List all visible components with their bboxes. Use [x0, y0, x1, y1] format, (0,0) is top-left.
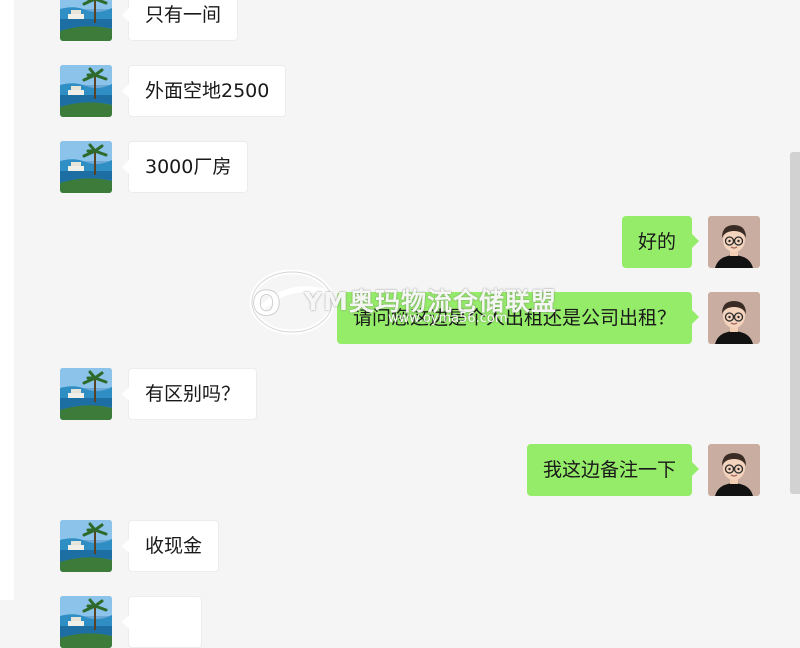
beach-avatar-icon[interactable]	[60, 520, 112, 572]
cartoon-man-avatar-icon[interactable]	[708, 444, 760, 496]
cartoon-man-avatar-icon[interactable]	[708, 292, 760, 344]
chat-message-list[interactable]: 只有一间 外面空地2500 3000厂房 好的 请问您这边是个人出租还是公司出租…	[14, 0, 790, 648]
beach-avatar-icon[interactable]	[60, 65, 112, 117]
scrollbar-track[interactable]	[790, 0, 800, 600]
beach-avatar-icon[interactable]	[60, 368, 112, 420]
incoming-message-bubble[interactable]: 有区别吗？	[121, 368, 258, 420]
incoming-message-bubble[interactable]	[122, 596, 202, 648]
beach-avatar-icon[interactable]	[60, 141, 112, 193]
incoming-message-bubble[interactable]: 外面空地2500	[121, 65, 287, 117]
message-row: 有区别吗？	[60, 368, 460, 420]
left-panel-edge	[0, 0, 14, 600]
message-row: 3000厂房	[60, 141, 460, 193]
beach-avatar-icon[interactable]	[60, 0, 112, 41]
message-row: 好的	[214, 216, 760, 268]
message-row: 请问您这边是个人出租还是公司出租？	[214, 292, 760, 344]
beach-avatar-icon[interactable]	[60, 596, 112, 648]
message-row: 我这边备注一下	[214, 444, 760, 496]
outgoing-message-bubble[interactable]: 请问您这边是个人出租还是公司出租？	[336, 292, 700, 344]
incoming-message-bubble[interactable]: 3000厂房	[121, 141, 249, 193]
scrollbar-thumb[interactable]	[790, 152, 800, 494]
incoming-message-bubble[interactable]: 收现金	[121, 520, 220, 572]
message-row: 收现金	[60, 520, 460, 572]
incoming-message-bubble[interactable]: 只有一间	[121, 0, 239, 41]
outgoing-message-bubble[interactable]: 我这边备注一下	[526, 444, 700, 496]
message-row	[60, 596, 460, 648]
cartoon-man-avatar-icon[interactable]	[708, 216, 760, 268]
outgoing-message-bubble[interactable]: 好的	[621, 216, 700, 268]
message-row: 只有一间	[60, 0, 460, 41]
message-row: 外面空地2500	[60, 65, 460, 117]
